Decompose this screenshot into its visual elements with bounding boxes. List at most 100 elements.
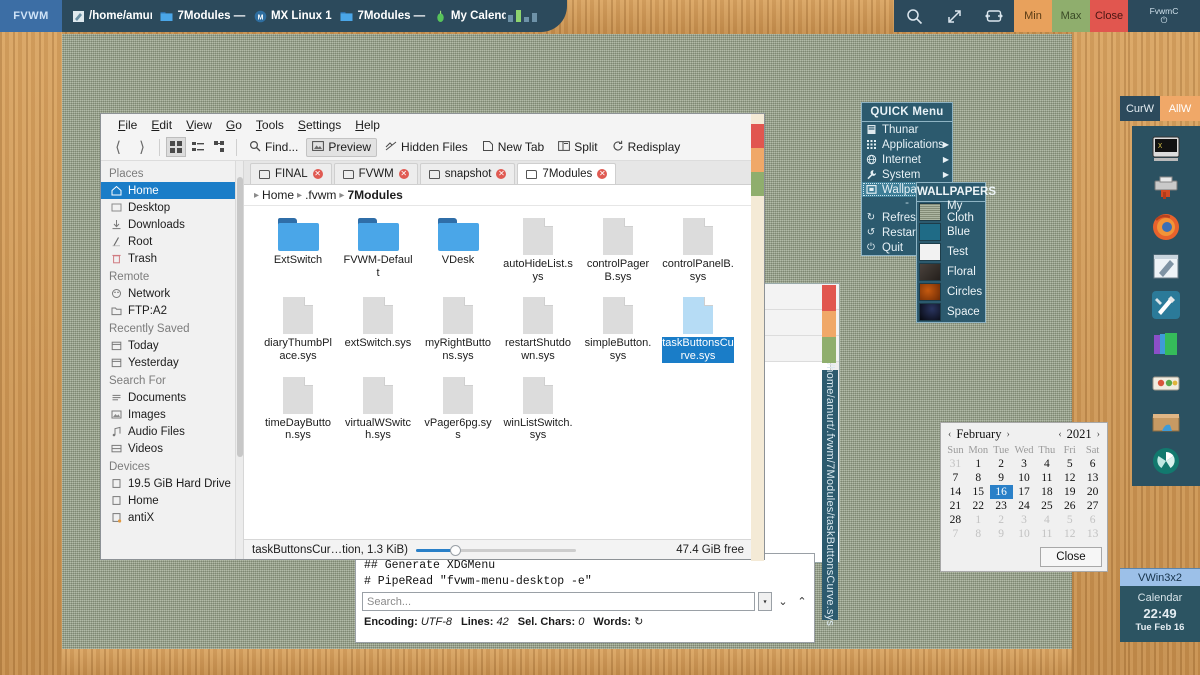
shutter-icon[interactable] (1151, 446, 1181, 476)
window-max-button[interactable] (751, 172, 764, 196)
file-item[interactable]: winListSwitch.sys (498, 377, 578, 442)
menu-item-system[interactable]: System ▶ (862, 167, 952, 182)
calendar-day[interactable]: 12 (1058, 471, 1081, 485)
calendar-day[interactable]: 24 (1013, 499, 1036, 513)
file-item[interactable]: vPager6pg.sys (418, 377, 498, 442)
calendar-day[interactable]: 20 (1081, 485, 1104, 499)
columns-view-icon[interactable] (210, 137, 230, 157)
volume-icon[interactable] (508, 15, 513, 22)
search-next-button[interactable]: ⌄ (775, 592, 791, 611)
sidebar-item-yesterday[interactable]: Yesterday (101, 354, 243, 371)
menu-settings[interactable]: Settings (291, 117, 348, 133)
menu-go[interactable]: Go (219, 117, 249, 133)
calendar-day[interactable]: 19 (1058, 485, 1081, 499)
strip-min-button[interactable] (822, 311, 836, 337)
calendar-day[interactable]: 31 (944, 457, 967, 471)
strip-max-button[interactable] (822, 337, 836, 363)
window-close-button[interactable] (751, 124, 764, 148)
calendar-day[interactable]: 10 (1013, 471, 1036, 485)
hidden-files-button[interactable]: Hidden Files (379, 138, 474, 157)
calendar-day[interactable]: 27 (1081, 499, 1104, 513)
breadcrumb-item-current[interactable]: 7Modules (347, 188, 402, 202)
wallpaper-item-test[interactable]: Test (917, 242, 985, 262)
calendar-grid[interactable]: SunMonTueWedThuFriSat3112345678910111213… (944, 445, 1104, 541)
notes-editor-icon[interactable] (1151, 251, 1181, 281)
maximize-button[interactable]: Max (1052, 0, 1090, 32)
calendar-day[interactable]: 1 (967, 457, 990, 471)
calendar-day[interactable]: 4 (1035, 513, 1058, 527)
pager-curw-button[interactable]: CurW (1120, 96, 1160, 121)
wallpaper-item-my-cloth[interactable]: My Cloth (917, 202, 985, 222)
calendar-day[interactable]: 8 (967, 527, 990, 541)
calendar-day[interactable]: 1 (967, 513, 990, 527)
search-options-button[interactable]: ▾ (758, 592, 772, 611)
file-grid[interactable]: ExtSwitchFVWM-DefaultVDeskautoHideList.s… (244, 206, 764, 539)
wallpaper-item-space[interactable]: Space (917, 302, 985, 322)
sidebar-item-network[interactable]: Network (101, 285, 243, 302)
sidebar-item-today[interactable]: Today (101, 337, 243, 354)
firefox-icon[interactable] (1151, 212, 1181, 242)
file-item[interactable]: controlPagerB.sys (578, 218, 658, 283)
calendar-day[interactable]: 3 (1013, 513, 1036, 527)
calendar-day[interactable]: 17 (1013, 485, 1036, 499)
calendar-day[interactable]: 9 (990, 471, 1013, 485)
icons-view-icon[interactable] (166, 137, 186, 157)
calendar-day[interactable]: 7 (944, 471, 967, 485)
sidebar-item-home-device[interactable]: Home (101, 492, 243, 509)
calendar-day[interactable]: 6 (1081, 457, 1104, 471)
system-tools-icon[interactable] (1151, 290, 1181, 320)
calendar-day[interactable]: 28 (944, 513, 967, 527)
sidebar-item-desktop[interactable]: Desktop (101, 199, 243, 216)
xterm-icon[interactable]: X (1151, 134, 1181, 164)
menu-item-applications[interactable]: Applications ▶ (862, 137, 952, 152)
system-tray[interactable] (508, 10, 567, 22)
sidebar-item-downloads[interactable]: Downloads (101, 216, 243, 233)
calendar-day[interactable]: 6 (1081, 513, 1104, 527)
breadcrumb-item-home[interactable]: Home (262, 188, 294, 202)
text-editor-window[interactable]: ## Generate XDGMenu # PipeRead "fvwm-men… (355, 553, 815, 643)
calendar-day[interactable]: 14 (944, 485, 967, 499)
maximize-wide-icon[interactable] (974, 0, 1014, 32)
close-icon[interactable]: ✕ (597, 169, 607, 179)
calendar-day-today[interactable]: 16 (990, 485, 1013, 499)
sidebar-item-antix[interactable]: antiX (101, 509, 243, 526)
folder-item[interactable]: FVWM-Default (338, 218, 418, 283)
menu-edit[interactable]: Edit (144, 117, 179, 133)
calendar-day[interactable]: 18 (1035, 485, 1058, 499)
calendar-day[interactable]: 13 (1081, 471, 1104, 485)
shade-icon[interactable] (934, 0, 974, 32)
calendar-day[interactable]: 11 (1035, 471, 1058, 485)
sidebar-item-ftp[interactable]: FTP:A2 (101, 302, 243, 319)
file-item[interactable]: autoHideList.sys (498, 218, 578, 283)
sidebar-item-hard-drive[interactable]: 19.5 GiB Hard Drive (101, 475, 243, 492)
places-sidebar[interactable]: Places Home Desktop Downloads Root (101, 161, 244, 559)
calendar-day[interactable]: 5 (1058, 457, 1081, 471)
calendar-day[interactable]: 11 (1035, 527, 1058, 541)
sidebar-item-audio-files[interactable]: Audio Files (101, 423, 243, 440)
wallpaper-item-floral[interactable]: Floral (917, 262, 985, 282)
menu-help[interactable]: Help (348, 117, 387, 133)
tab-7modules[interactable]: 7Modules ✕ (517, 163, 616, 184)
tab-fvwm[interactable]: FVWM ✕ (334, 163, 418, 184)
calendar-day[interactable]: 13 (1081, 527, 1104, 541)
strip-close-button[interactable] (822, 285, 836, 311)
menu-file[interactable]: FFileile (111, 117, 144, 133)
vwin-label[interactable]: VWin3x2 (1120, 568, 1200, 586)
task-button-dolphin-1[interactable]: 7Modules — Dc (154, 4, 245, 28)
close-icon[interactable]: ✕ (496, 169, 506, 179)
search-prev-button[interactable]: ⌃ (794, 592, 810, 611)
task-button-mx-linux[interactable]: M MX Linux 19.3 (248, 4, 333, 28)
new-tab-button[interactable]: New Tab (476, 138, 550, 157)
calendar-day[interactable]: 10 (1013, 527, 1036, 541)
file-item[interactable]: extSwitch.sys (338, 297, 418, 362)
preview-button[interactable]: Preview (306, 138, 377, 157)
books-icon[interactable] (1151, 329, 1181, 359)
breadcrumb-item-fvwm[interactable]: .fvwm (305, 188, 336, 202)
editor-search-input[interactable]: Search... (362, 592, 755, 611)
forward-button[interactable]: ⟩ (131, 137, 153, 157)
menu-item-thunar[interactable]: Thunar (862, 122, 952, 137)
calendar-day[interactable]: 12 (1058, 527, 1081, 541)
fvwm-logo-label[interactable]: FVWM (0, 0, 62, 32)
file-item[interactable]: restartShutdown.sys (498, 297, 578, 362)
editor-vertical-titlebar[interactable]: /home/amurt/.fvwm/7Modules/taskButtonsCu… (822, 370, 838, 620)
